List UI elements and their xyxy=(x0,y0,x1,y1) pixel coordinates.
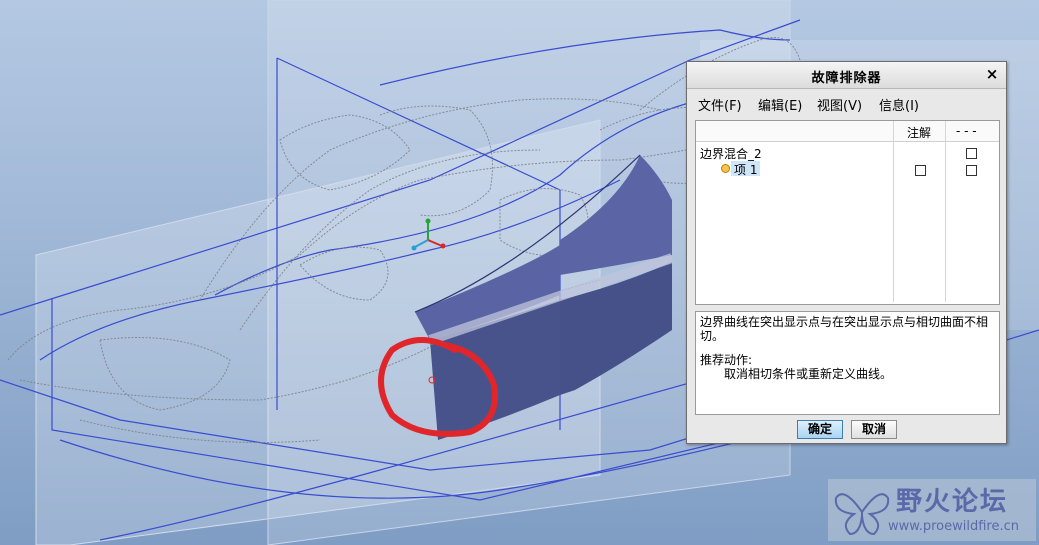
message-text: 边界曲线在突出显示点与在突出显示点与相切曲面不相切。 xyxy=(700,315,989,343)
menu-view[interactable]: 视图(V) xyxy=(817,95,862,114)
cancel-button[interactable]: 取消 xyxy=(851,420,897,439)
troubleshooter-dialog: 故障排除器 × 文件(F) 编辑(E) 视图(V) 信息(I) 注解 - - -… xyxy=(686,61,1007,444)
ok-button[interactable]: 确定 xyxy=(797,420,843,439)
checkbox-other-row1[interactable] xyxy=(966,148,977,159)
menu-file[interactable]: 文件(F) xyxy=(698,95,742,114)
tree-item-boundary-blend[interactable]: 边界混合_2 xyxy=(700,145,762,162)
tree-item-selected[interactable]: 项 1 xyxy=(731,161,761,177)
column-other: - - - xyxy=(956,124,977,138)
checkbox-other-row2[interactable] xyxy=(966,165,977,176)
close-icon[interactable]: × xyxy=(984,65,1000,83)
watermark-url: www.proewildfire.cn xyxy=(888,519,1019,534)
column-annotation: 注解 xyxy=(907,126,932,140)
tree-item-label: 项 1 xyxy=(734,163,758,177)
menu-bar: 文件(F) 编辑(E) 视图(V) 信息(I) xyxy=(687,89,1006,117)
menu-info[interactable]: 信息(I) xyxy=(879,95,919,114)
checkbox-annotation-row2[interactable] xyxy=(915,165,926,176)
warning-dot-icon xyxy=(721,164,730,173)
forum-watermark: 野火论坛 www.proewildfire.cn xyxy=(828,479,1036,541)
menu-edit[interactable]: 编辑(E) xyxy=(758,95,802,114)
watermark-title: 野火论坛 xyxy=(896,487,1009,517)
column-divider xyxy=(893,121,894,302)
issue-tree[interactable]: 注解 - - - 边界混合_2 项 1 xyxy=(695,120,1000,305)
column-divider xyxy=(945,121,946,302)
dialog-titlebar[interactable]: 故障排除器 × xyxy=(687,62,1006,89)
butterfly-logo-icon xyxy=(834,493,890,536)
message-panel: 边界曲线在突出显示点与在突出显示点与相切曲面不相切。 推荐动作: 取消相切条件或… xyxy=(695,311,1000,415)
action-heading: 推荐动作: xyxy=(700,353,753,367)
action-text: 取消相切条件或重新定义曲线。 xyxy=(724,367,893,381)
tree-header: 注解 - - - xyxy=(696,121,999,142)
dialog-title: 故障排除器 xyxy=(811,71,882,86)
